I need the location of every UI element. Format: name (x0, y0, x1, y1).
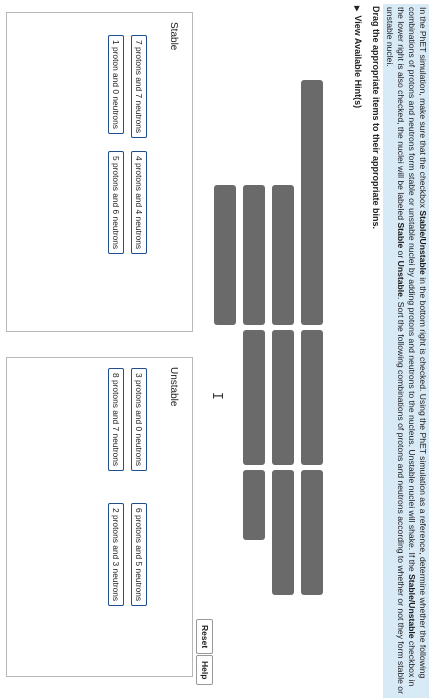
instruction-part: or (396, 248, 406, 261)
instruction-bold: Stable (396, 222, 406, 249)
item-placeholder (301, 330, 323, 465)
item-card[interactable]: 1 proton and 0 neutrons (108, 35, 124, 134)
item-source-area-5 (236, 470, 265, 540)
rotated-page: In the PhET simulation, make sure that t… (0, 0, 433, 700)
instruction-bold: Stable/Unstable (418, 210, 428, 275)
item-card[interactable]: 2 protons and 3 neutrons (108, 503, 124, 607)
unstable-bin-title: Unstable (168, 367, 179, 407)
hints-label: View Available Hint(s) (353, 15, 363, 109)
item-source-area-4 (265, 470, 323, 595)
item-source-area (294, 80, 323, 325)
item-card[interactable]: 4 protons and 4 neutrons (131, 151, 147, 255)
item-card[interactable]: 6 protons and 5 neutrons (131, 503, 147, 607)
triangle-right-icon: ▶ (353, 6, 360, 12)
item-placeholder (214, 185, 236, 325)
item-placeholder (243, 330, 265, 465)
stable-bin-title: Stable (168, 22, 179, 51)
item-source-area-2 (207, 185, 294, 325)
item-placeholder (243, 470, 265, 540)
item-placeholder (301, 470, 323, 595)
instruction-bold: Stable/Unstable (407, 574, 417, 639)
stable-bin[interactable]: Stable 7 protons and 7 neutrons 4 proton… (6, 12, 193, 332)
instruction-bold: Unstable (396, 260, 406, 297)
item-placeholder (272, 185, 294, 325)
instructions-text: In the PhET simulation, make sure that t… (383, 4, 429, 698)
item-card[interactable]: 5 protons and 6 neutrons (108, 151, 124, 255)
item-placeholder (301, 80, 323, 325)
help-button[interactable]: Help (196, 655, 213, 686)
item-placeholder (243, 185, 265, 325)
unstable-bin[interactable]: Unstable 3 protons and 0 neutrons 6 prot… (6, 357, 193, 677)
drag-prompt: Drag the appropriate items to their appr… (371, 6, 381, 230)
text-cursor-icon: I (209, 392, 224, 400)
item-card[interactable]: 3 protons and 0 neutrons (131, 368, 147, 472)
item-placeholder (272, 330, 294, 465)
item-card[interactable]: 7 protons and 7 neutrons (131, 35, 147, 139)
view-hints-toggle[interactable]: ▶ View Available Hint(s) (353, 6, 363, 108)
reset-button[interactable]: Reset (196, 619, 213, 655)
item-card[interactable]: 8 protons and 7 neutrons (108, 368, 124, 472)
item-source-area-3 (236, 330, 323, 465)
instruction-part: In the PhET simulation, make sure that t… (418, 7, 428, 211)
item-placeholder (272, 470, 294, 595)
